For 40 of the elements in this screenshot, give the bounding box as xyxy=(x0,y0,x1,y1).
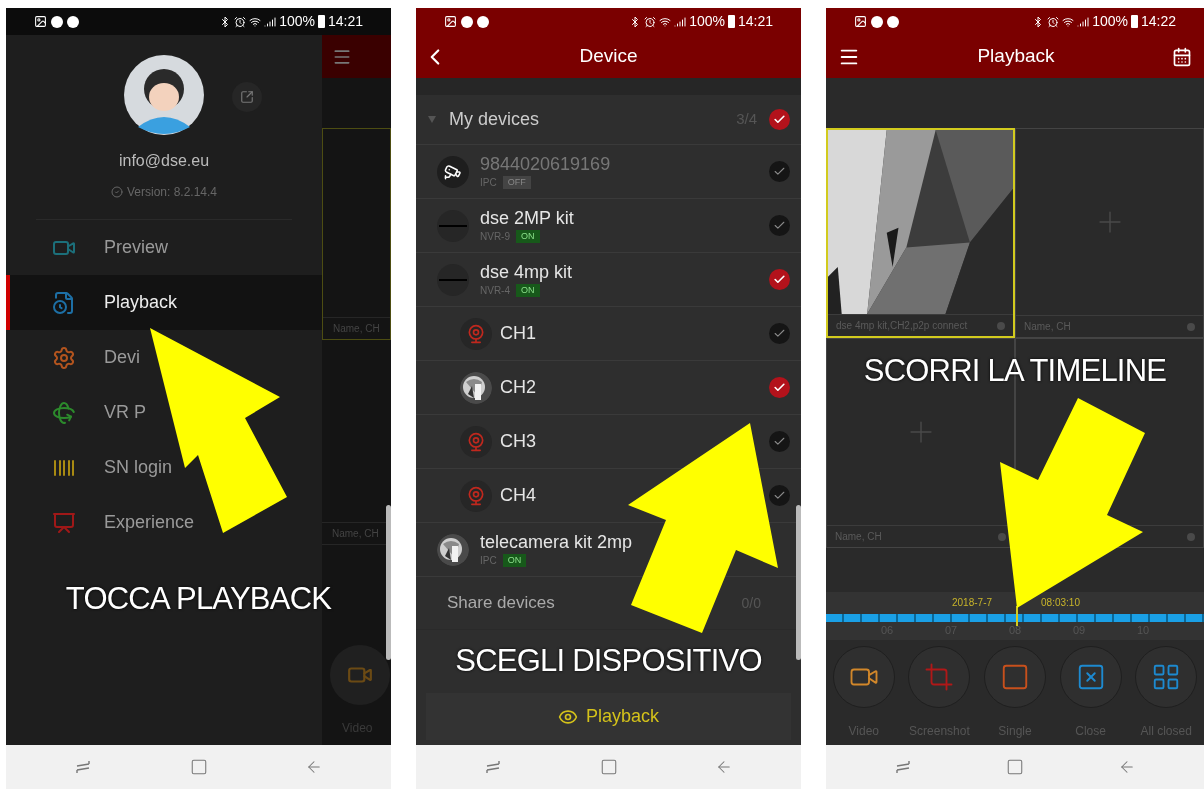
battery-percentage: 100% xyxy=(689,12,725,31)
menu-item[interactable]: VR P xyxy=(6,385,322,440)
channel-name[interactable]: CH3 xyxy=(500,428,536,455)
menu-item[interactable]: SN login xyxy=(6,440,322,495)
clock-time: 14:21 xyxy=(327,12,363,31)
device-type: IPC xyxy=(480,554,497,568)
timeline-date: 2018-7-7 xyxy=(952,596,993,610)
device-name[interactable]: 9844020619169 xyxy=(480,153,611,175)
device-type: NVR-4 xyxy=(480,284,510,298)
share-devices-label[interactable]: Share devices xyxy=(447,590,555,616)
caption: SCORRI LA TIMELINE xyxy=(863,352,1167,390)
status-tag: ON xyxy=(516,283,540,298)
device-name[interactable]: dse 2MP kit xyxy=(480,207,574,229)
account-email: info@dse.eu xyxy=(117,151,211,171)
channel-name[interactable]: CH1 xyxy=(500,320,536,347)
clock-time: 14:21 xyxy=(737,12,773,31)
menu-item[interactable]: Playback xyxy=(6,275,322,330)
menu-item[interactable]: Experience xyxy=(6,495,322,550)
device-type: IPC xyxy=(480,176,497,190)
screen-title: Device xyxy=(578,44,639,69)
battery-percentage: 100% xyxy=(279,12,315,31)
menu-item[interactable]: Preview xyxy=(6,220,322,275)
channel-name[interactable]: CH4 xyxy=(500,482,536,509)
status-tag: ON xyxy=(516,229,540,244)
screen-title: Playback xyxy=(977,44,1055,69)
version-text: Version: 8.2.14.4 xyxy=(126,184,218,201)
timeline-time: 08:03:10 xyxy=(1041,596,1080,610)
device-name[interactable]: dse 4mp kit xyxy=(480,261,573,283)
menu-item[interactable]: Devi xyxy=(6,330,322,385)
status-tag: OFF xyxy=(502,175,531,190)
device-type: NVR-9 xyxy=(480,230,510,244)
clock-time: 14:22 xyxy=(1140,12,1176,31)
battery-percentage: 100% xyxy=(1092,12,1128,31)
device-name[interactable]: telecamera kit 2mp xyxy=(480,531,633,553)
playback-button[interactable]: Playback xyxy=(426,693,791,740)
status-tag: ON xyxy=(502,553,527,568)
channel-name[interactable]: CH2 xyxy=(500,374,536,401)
caption: SCEGLI DISPOSITIVO xyxy=(455,642,762,680)
group-label[interactable]: My devices xyxy=(449,106,540,133)
caption: TOCCA PLAYBACK xyxy=(65,580,332,618)
